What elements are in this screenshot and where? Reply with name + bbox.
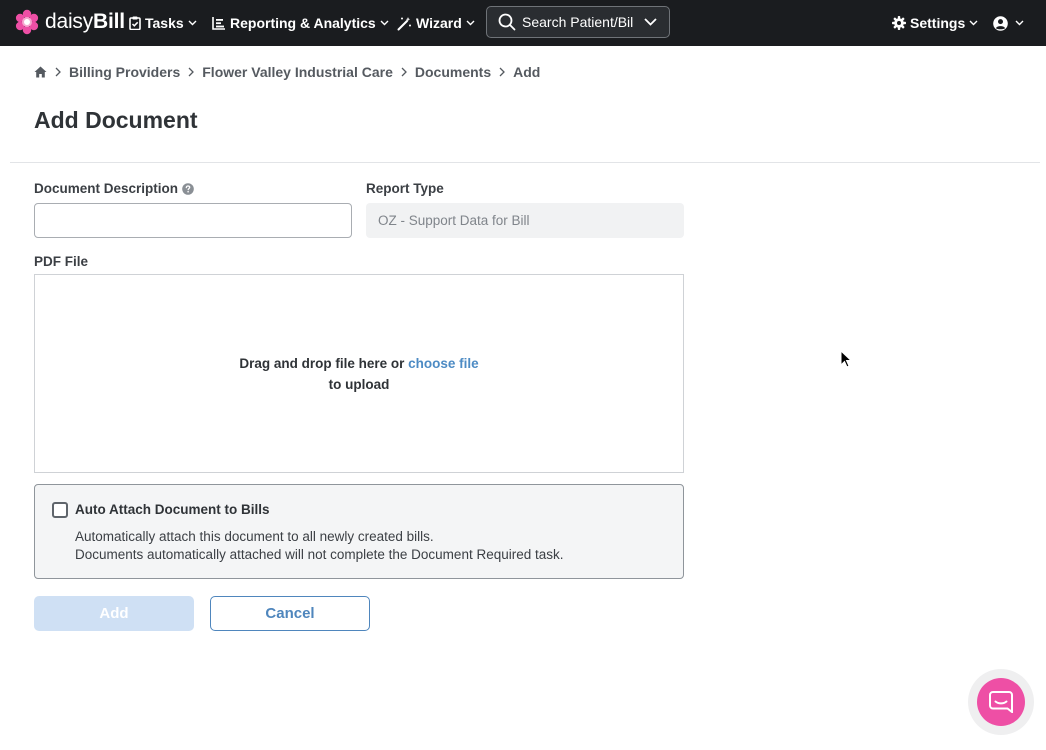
search-input[interactable]	[522, 14, 634, 30]
page-title: Add Document	[34, 107, 198, 133]
breadcrumb: Billing Providers Flower Valley Industri…	[34, 63, 540, 81]
nav-reporting-label: Reporting & Analytics	[230, 15, 376, 31]
document-description-input[interactable]	[34, 203, 352, 238]
help-icon[interactable]	[182, 182, 194, 195]
home-icon[interactable]	[34, 66, 47, 78]
nav-tasks-label: Tasks	[145, 15, 184, 31]
report-type-label: Report Type	[366, 181, 444, 196]
gear-icon	[892, 16, 906, 30]
chevron-down-icon	[1015, 20, 1024, 26]
auto-attach-panel: Auto Attach Document to Bills Automatica…	[34, 484, 684, 579]
choose-file-link[interactable]: choose file	[408, 356, 479, 371]
auto-attach-description: Automatically attach this document to al…	[75, 529, 564, 562]
top-navbar: daisyBill Tasks Reporting & Analytics Wi…	[0, 0, 1046, 46]
nav-wizard[interactable]: Wizard	[397, 0, 475, 46]
breadcrumb-billing-providers[interactable]: Billing Providers	[69, 64, 180, 80]
daisybill-logo[interactable]: daisyBill	[14, 9, 125, 35]
document-description-label: Document Description	[34, 181, 194, 196]
nav-reporting[interactable]: Reporting & Analytics	[212, 0, 389, 46]
nav-user-menu[interactable]	[993, 0, 1024, 46]
wand-icon	[397, 16, 411, 30]
chevron-down-icon[interactable]	[644, 18, 657, 26]
mouse-cursor-icon	[840, 350, 852, 368]
chevron-down-icon	[466, 20, 475, 26]
breadcrumb-documents[interactable]: Documents	[415, 64, 491, 80]
chat-launcher-button[interactable]	[977, 678, 1025, 726]
chevron-right-icon	[499, 67, 506, 77]
breadcrumb-provider[interactable]: Flower Valley Industrial Care	[202, 64, 393, 80]
nav-settings[interactable]: Settings	[892, 0, 978, 46]
breadcrumb-current: Add	[513, 64, 541, 80]
chevron-right-icon	[401, 67, 407, 77]
logo-text: daisyBill	[45, 10, 125, 33]
auto-attach-checkbox[interactable]	[52, 502, 68, 518]
chevron-down-icon	[188, 20, 197, 26]
user-icon	[993, 15, 1008, 31]
chat-icon	[989, 691, 1013, 713]
chevron-down-icon	[380, 20, 389, 26]
daisy-flower-icon	[15, 9, 39, 35]
search-icon	[498, 13, 516, 31]
pdf-dropzone[interactable]: Drag and drop file here or choose file t…	[34, 274, 684, 473]
cancel-button[interactable]: Cancel	[210, 596, 370, 631]
add-button[interactable]: Add	[34, 596, 194, 631]
header-divider	[10, 162, 1040, 163]
chart-icon	[212, 17, 225, 30]
dropzone-line-1: Drag and drop file here or choose file	[239, 355, 479, 371]
clipboard-icon	[129, 16, 141, 30]
nav-settings-label: Settings	[910, 15, 966, 31]
chevron-right-icon	[188, 67, 195, 77]
nav-tasks[interactable]: Tasks	[129, 0, 197, 46]
dropzone-line-2: to upload	[328, 376, 390, 392]
report-type-value: OZ - Support Data for Bill	[366, 203, 684, 238]
chevron-down-icon	[969, 20, 978, 26]
auto-attach-label: Auto Attach Document to Bills	[75, 502, 270, 517]
chevron-right-icon	[55, 67, 61, 77]
patient-bill-search[interactable]	[486, 6, 670, 38]
pdf-file-label: PDF File	[34, 254, 89, 269]
nav-wizard-label: Wizard	[416, 15, 462, 31]
